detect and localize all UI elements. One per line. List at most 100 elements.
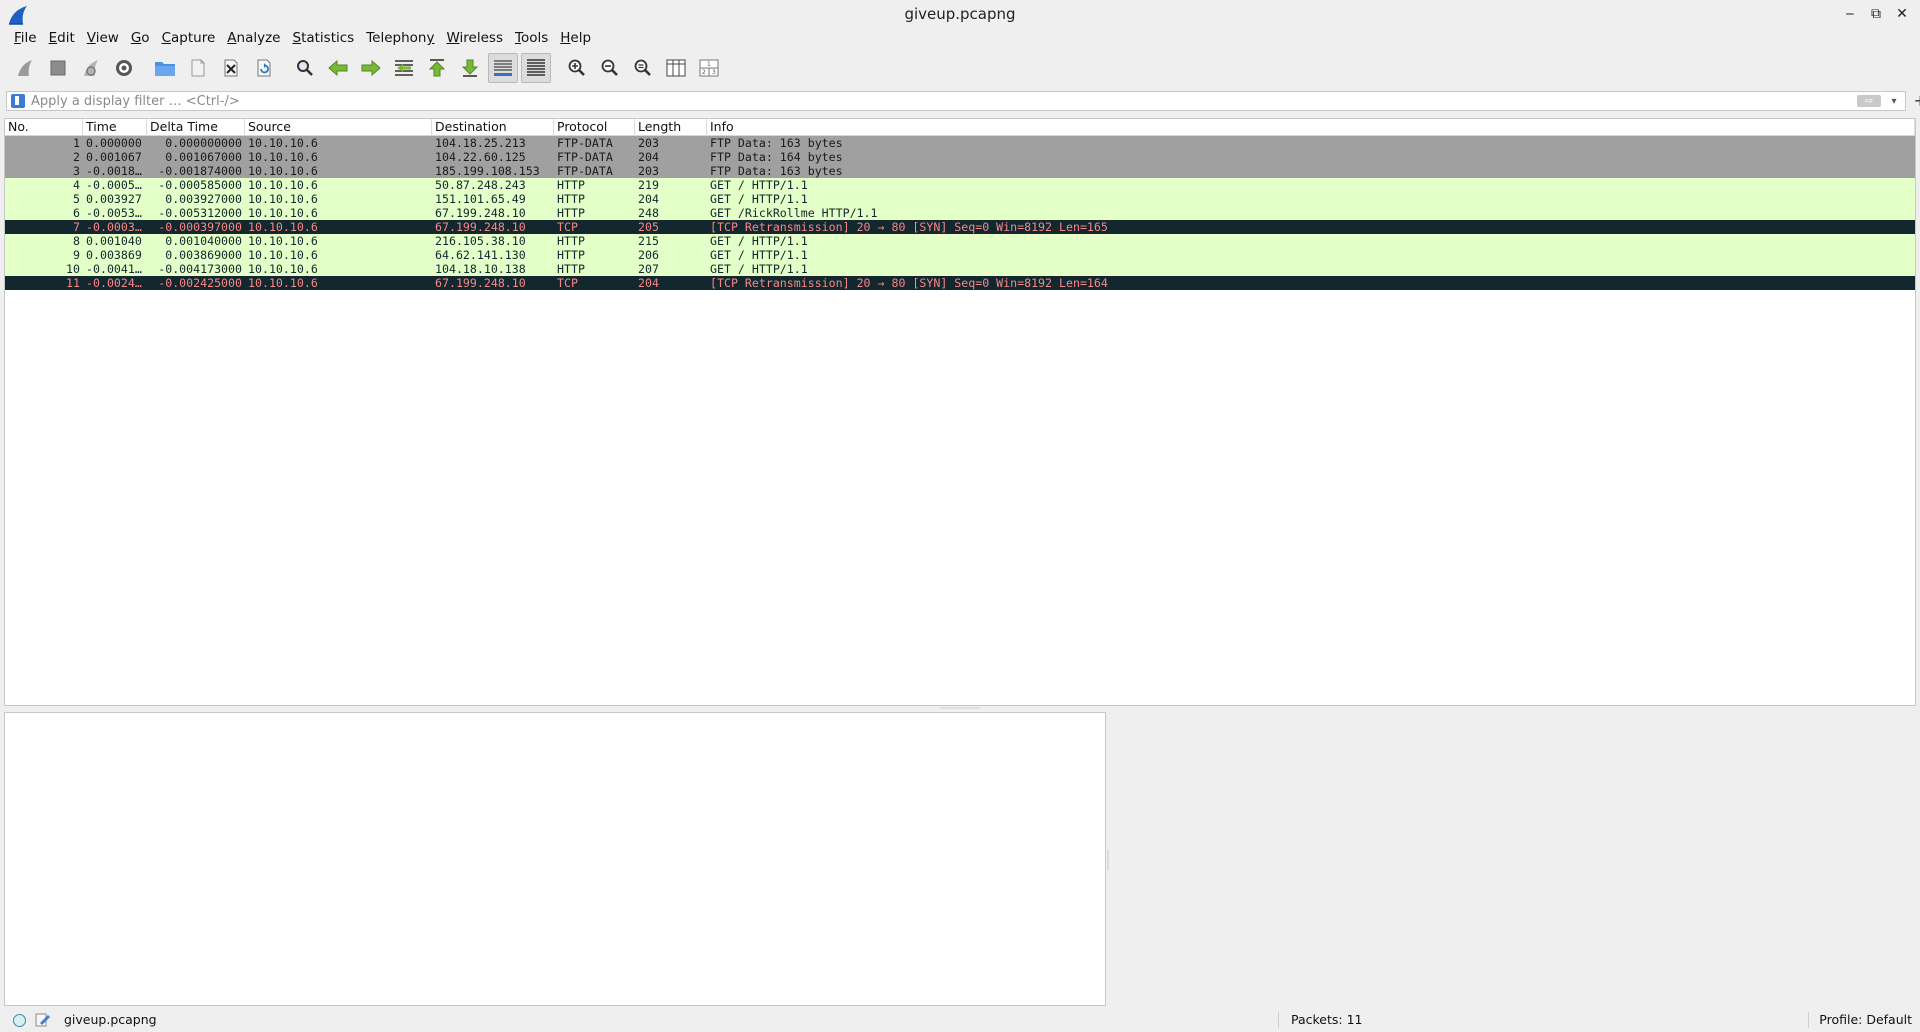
display-filter-input[interactable] bbox=[31, 92, 1857, 110]
menu-tools[interactable]: Tools bbox=[509, 28, 554, 50]
filter-bookmark-icon[interactable] bbox=[11, 94, 25, 108]
colorize-button[interactable] bbox=[521, 53, 551, 83]
packet-destination: 185.199.108.153 bbox=[435, 164, 540, 178]
packet-length: 215 bbox=[638, 234, 659, 248]
open-file-button[interactable] bbox=[150, 53, 180, 83]
open-file-icon bbox=[155, 62, 175, 76]
close-button[interactable]: ✕ bbox=[1892, 4, 1912, 24]
packet-number: 6 bbox=[73, 206, 80, 220]
menu-view[interactable]: View bbox=[81, 28, 125, 50]
status-profile[interactable]: Profile: Default bbox=[1819, 1012, 1912, 1027]
zoom-out-button[interactable] bbox=[595, 53, 625, 83]
packet-info: [TCP Retransmission] 20 → 80 [SYN] Seq=0… bbox=[710, 276, 1108, 290]
packet-length: 207 bbox=[638, 262, 659, 276]
packet-time: 0.000000 bbox=[86, 136, 142, 150]
packet-row[interactable]: 6 -0.0053… -0.005312000 10.10.10.6 67.199.24… bbox=[5, 206, 1915, 220]
packet-number: 4 bbox=[73, 178, 80, 192]
packet-protocol: FTP-DATA bbox=[557, 164, 613, 178]
go-forward-button[interactable] bbox=[356, 53, 386, 83]
packet-destination: 67.199.248.10 bbox=[435, 206, 526, 220]
bytes-pane-splitter-handle[interactable] bbox=[1107, 850, 1109, 870]
menu-help[interactable]: Help bbox=[554, 28, 597, 50]
autoscroll-icon bbox=[494, 60, 512, 76]
column-header-destination[interactable]: Destination bbox=[432, 119, 554, 135]
packet-row[interactable]: 2 0.001067 0.001067000 10.10.10.6 104.22.60.… bbox=[5, 150, 1915, 164]
menu-statistics[interactable]: Statistics bbox=[286, 28, 360, 50]
column-header-no[interactable]: No. bbox=[5, 119, 83, 135]
menu-go[interactable]: Go bbox=[125, 28, 156, 50]
packet-time: -0.0041… bbox=[86, 262, 142, 276]
packet-row[interactable]: 8 0.001040 0.001040000 10.10.10.6 216.105.38… bbox=[5, 234, 1915, 248]
start-capture-button[interactable] bbox=[10, 53, 40, 83]
stop-capture-button[interactable] bbox=[43, 53, 73, 83]
packet-protocol: HTTP bbox=[557, 192, 585, 206]
filter-history-dropdown[interactable]: ▾ bbox=[1887, 96, 1901, 107]
column-header-length[interactable]: Length bbox=[635, 119, 707, 135]
packet-row[interactable]: 11 -0.0024… -0.002425000 10.10.10.6 67.199.2… bbox=[5, 276, 1915, 290]
column-header-info[interactable]: Info bbox=[707, 119, 1915, 135]
capture-comment-icon[interactable] bbox=[35, 1012, 51, 1028]
zoom-normal-icon bbox=[634, 59, 651, 76]
packet-source: 10.10.10.6 bbox=[248, 220, 318, 234]
packet-source: 10.10.10.6 bbox=[248, 234, 318, 248]
packet-row[interactable]: 1 0.000000 0.000000000 10.10.10.6 104.18.25.… bbox=[5, 136, 1915, 150]
go-back-button[interactable] bbox=[323, 53, 353, 83]
go-last-packet-button[interactable] bbox=[455, 53, 485, 83]
packet-source: 10.10.10.6 bbox=[248, 262, 318, 276]
restart-capture-button[interactable] bbox=[76, 53, 106, 83]
packet-delta-time: -0.001874000 bbox=[158, 164, 242, 178]
packet-row[interactable]: 5 0.003927 0.003927000 10.10.10.6 151.101.65… bbox=[5, 192, 1915, 206]
packet-row[interactable]: 3 -0.0018… -0.001874000 10.10.10.6 185.199.1… bbox=[5, 164, 1915, 178]
packet-length: 204 bbox=[638, 192, 659, 206]
column-header-delta-time[interactable]: Delta Time bbox=[147, 119, 245, 135]
packet-row[interactable]: 9 0.003869 0.003869000 10.10.10.6 64.62.141.… bbox=[5, 248, 1915, 262]
find-packet-button[interactable] bbox=[290, 53, 320, 83]
packet-protocol: TCP bbox=[557, 220, 578, 234]
resize-columns-icon bbox=[666, 59, 686, 77]
menu-telephony[interactable]: Telephony bbox=[360, 28, 440, 50]
minimize-button[interactable]: ‒ bbox=[1840, 4, 1860, 24]
close-file-button[interactable] bbox=[216, 53, 246, 83]
packet-row[interactable]: 7 -0.0003… -0.000397000 10.10.10.6 67.199.24… bbox=[5, 220, 1915, 234]
resize-columns-button[interactable] bbox=[661, 53, 691, 83]
column-header-time[interactable]: Time bbox=[83, 119, 147, 135]
add-filter-button[interactable]: + bbox=[1914, 91, 1920, 110]
packet-destination: 151.101.65.49 bbox=[435, 192, 526, 206]
packet-details-pane[interactable] bbox=[4, 712, 1106, 1006]
packet-number: 7 bbox=[73, 220, 80, 234]
zoom-normal-button[interactable] bbox=[628, 53, 658, 83]
status-file-name: giveup.pcapng bbox=[64, 1012, 157, 1027]
autoscroll-button[interactable] bbox=[488, 53, 518, 83]
go-to-packet-button[interactable] bbox=[389, 53, 419, 83]
apply-filter-button[interactable]: ⇨ bbox=[1857, 95, 1881, 107]
go-first-packet-button[interactable] bbox=[422, 53, 452, 83]
column-header-protocol[interactable]: Protocol bbox=[554, 119, 635, 135]
capture-options-button[interactable] bbox=[109, 53, 139, 83]
menu-edit[interactable]: Edit bbox=[43, 28, 81, 50]
packet-row[interactable]: 10 -0.0041… -0.004173000 10.10.10.6 104.18.1… bbox=[5, 262, 1915, 276]
packet-protocol: HTTP bbox=[557, 206, 585, 220]
menu-analyze[interactable]: Analyze bbox=[221, 28, 286, 50]
maximize-button[interactable]: ⧉ bbox=[1866, 4, 1886, 24]
packet-delta-time: 0.001040000 bbox=[165, 234, 242, 248]
save-file-button[interactable] bbox=[183, 53, 213, 83]
menu-wireless[interactable]: Wireless bbox=[440, 28, 509, 50]
colorize-icon bbox=[527, 59, 545, 76]
menu-file[interactable]: File bbox=[8, 28, 43, 50]
packet-source: 10.10.10.6 bbox=[248, 248, 318, 262]
packet-list-body: 1 0.000000 0.000000000 10.10.10.6 104.18.25.… bbox=[5, 136, 1915, 290]
packet-delta-time: -0.004173000 bbox=[158, 262, 242, 276]
reload-file-button[interactable] bbox=[249, 53, 279, 83]
column-header-source[interactable]: Source bbox=[245, 119, 432, 135]
zoom-in-button[interactable] bbox=[562, 53, 592, 83]
pane-splitter-handle[interactable] bbox=[940, 707, 980, 709]
packet-length: 204 bbox=[638, 150, 659, 164]
window-title: giveup.pcapng bbox=[904, 5, 1016, 23]
expert-info-icon[interactable] bbox=[13, 1014, 26, 1027]
packet-row[interactable]: 4 -0.0005… -0.000585000 10.10.10.6 50.87.248… bbox=[5, 178, 1915, 192]
packet-info: FTP Data: 163 bytes bbox=[710, 164, 843, 178]
packet-info: GET / HTTP/1.1 bbox=[710, 178, 808, 192]
layout-button[interactable]: 123 bbox=[694, 53, 724, 83]
menu-capture[interactable]: Capture bbox=[156, 28, 222, 50]
go-first-packet-icon bbox=[428, 59, 446, 77]
